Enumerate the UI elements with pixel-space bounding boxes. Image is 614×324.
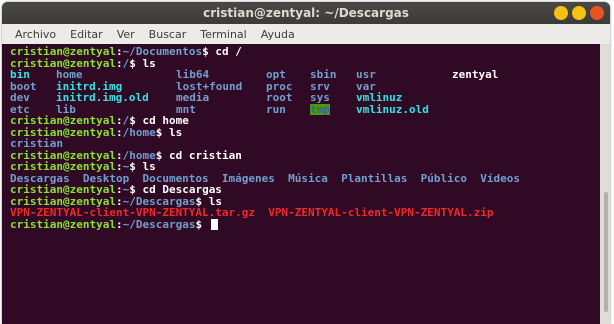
ls-entry: zentyal [452, 68, 499, 81]
ls-entry: vmlinuz [356, 91, 403, 104]
prompt-line: cristian@zentyal:/home$ ls [10, 125, 600, 139]
ls-entry: dev [10, 91, 30, 104]
ls-entry: media [176, 91, 210, 104]
title-bar[interactable]: cristian@zentyal: ~/Descargas [2, 2, 610, 24]
menu-item-ayuda[interactable]: Ayuda [254, 28, 302, 41]
command-text: $ cd / [202, 45, 242, 58]
ls-entry: sys [310, 91, 330, 104]
prompt-path: ~/Descargas [122, 217, 196, 231]
minimize-button[interactable] [554, 6, 568, 20]
prompt-separator: : [115, 56, 123, 70]
ls-entry: vmlinuz.old [356, 102, 429, 116]
terminal-output[interactable]: cristian@zentyal:~/Documentos$ cd / crist… [2, 44, 600, 324]
ls-entry: initrd.img.old [56, 91, 149, 104]
menu-item-buscar[interactable]: Buscar [142, 28, 194, 41]
prompt-line: cristian@zentyal:~/Descargas$ [10, 217, 600, 231]
ls-row: etc lib mnt run tmp vmlinuz.old [10, 102, 600, 116]
window-controls [554, 6, 604, 20]
menu-item-editar[interactable]: Editar [63, 28, 110, 41]
window-title: cristian@zentyal: ~/Descargas [203, 6, 409, 20]
ls-entry: mnt [176, 102, 196, 116]
ls-entry: bin [10, 68, 30, 81]
command-text: $ ls [155, 125, 183, 139]
ls-entry: lib64 [176, 68, 210, 81]
command-text: $ cd cristian [155, 148, 242, 162]
command-text: $ ls [129, 56, 156, 70]
ls-entry: tmp [310, 102, 330, 116]
close-button[interactable] [590, 6, 604, 20]
ls-entry: run [266, 102, 286, 116]
menu-item-archivo[interactable]: Archivo [8, 28, 63, 41]
menu-item-terminal[interactable]: Terminal [193, 28, 254, 41]
ls-entry: lib [56, 102, 76, 116]
prompt-path: /home [122, 125, 156, 139]
prompt-user: cristian@zentyal [10, 217, 116, 231]
prompt-separator: : [115, 217, 123, 231]
text-cursor [210, 218, 218, 230]
menu-item-ver[interactable]: Ver [110, 28, 142, 41]
ls-row: dev initrd.img.old media root sys vmlinuz [10, 92, 600, 104]
menu-bar: Archivo Editar Ver Buscar Terminal Ayuda [2, 24, 610, 44]
terminal-window: cristian@zentyal: ~/Descargas Archivo Edi… [2, 2, 610, 324]
ls-entry: sbin [310, 68, 337, 81]
ls-entry: root [266, 91, 293, 104]
ls-entry: home [56, 68, 83, 81]
ls-entry: etc [10, 102, 30, 116]
ls-entry: usr [356, 68, 376, 81]
maximize-button[interactable] [572, 6, 586, 20]
prompt-line: cristian@zentyal:/$ ls [10, 56, 600, 70]
scrollbar[interactable] [600, 44, 610, 324]
prompt-separator: : [115, 125, 123, 139]
ls-row: bin home lib64 opt sbin usr zentyal [10, 69, 600, 81]
scrollbar-thumb[interactable] [604, 192, 608, 312]
ls-entry: opt [266, 68, 286, 81]
command-text: $ [195, 217, 209, 231]
